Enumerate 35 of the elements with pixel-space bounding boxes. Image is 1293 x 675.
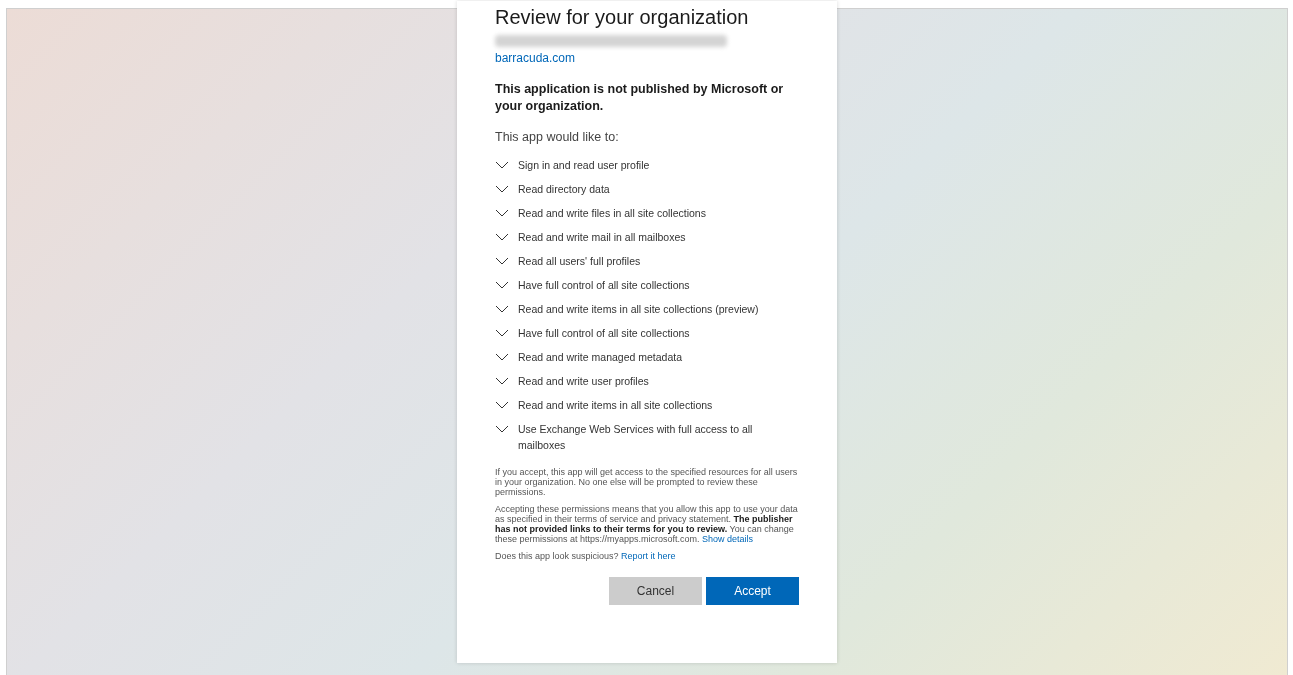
permission-item[interactable]: Use Exchange Web Services with full access to all mailboxes <box>495 416 799 457</box>
permission-item[interactable]: Read and write files in all site collections <box>495 200 799 225</box>
permission-item[interactable]: Read and write managed metadata <box>495 344 799 369</box>
terms-text: Accepting these permissions means that you allow this app to use your data as specified in their terms of service and privacy statement. The publisher has not provided links to their terms for you to review. You can change these permissions at https://myapps.microsoft.com. Show details <box>495 503 799 544</box>
chevron-down-icon <box>495 400 509 409</box>
chevron-down-icon <box>495 208 509 217</box>
permission-item[interactable]: Have full control of all site collections <box>495 320 799 345</box>
chevron-down-icon <box>495 424 509 433</box>
permission-item[interactable]: Have full control of all site collections <box>495 272 799 297</box>
warning-text: This application is not published by Microsoft or your organization. <box>495 81 785 115</box>
permission-item[interactable]: Read and write items in all site collections <box>495 392 799 417</box>
chevron-down-icon <box>495 328 509 337</box>
chevron-down-icon <box>495 352 509 361</box>
chevron-down-icon <box>495 304 509 313</box>
consent-notice: If you accept, this app will get access to the specified resources for all users in your organization. No one else will be prompted to review these permissions. <box>495 466 799 497</box>
dialog-title: Review for your organization <box>495 5 750 29</box>
chevron-down-icon <box>495 376 509 385</box>
report-text: Does this app look suspicious? Report it here <box>495 550 677 561</box>
accept-button[interactable]: Accept <box>706 576 799 605</box>
intro-text: This app would like to: <box>495 129 620 146</box>
cancel-button[interactable]: Cancel <box>609 576 702 605</box>
publisher-link[interactable]: barracuda.com <box>495 49 576 67</box>
permission-item[interactable]: Read and write mail in all mailboxes <box>495 224 799 249</box>
chevron-down-icon <box>495 256 509 265</box>
chevron-down-icon <box>495 160 509 169</box>
chevron-down-icon <box>495 232 509 241</box>
permission-item[interactable]: Read directory data <box>495 176 799 201</box>
chevron-down-icon <box>495 184 509 193</box>
permission-item[interactable]: Read all users' full profiles <box>495 248 799 273</box>
permission-item[interactable]: Read and write user profiles <box>495 368 799 393</box>
show-details-link[interactable]: Show details <box>702 533 754 544</box>
chevron-down-icon <box>495 280 509 289</box>
report-link[interactable]: Report it here <box>621 550 676 561</box>
permission-item[interactable]: Sign in and read user profile <box>495 152 799 177</box>
permission-item[interactable]: Read and write items in all site collections (preview) <box>495 296 799 321</box>
